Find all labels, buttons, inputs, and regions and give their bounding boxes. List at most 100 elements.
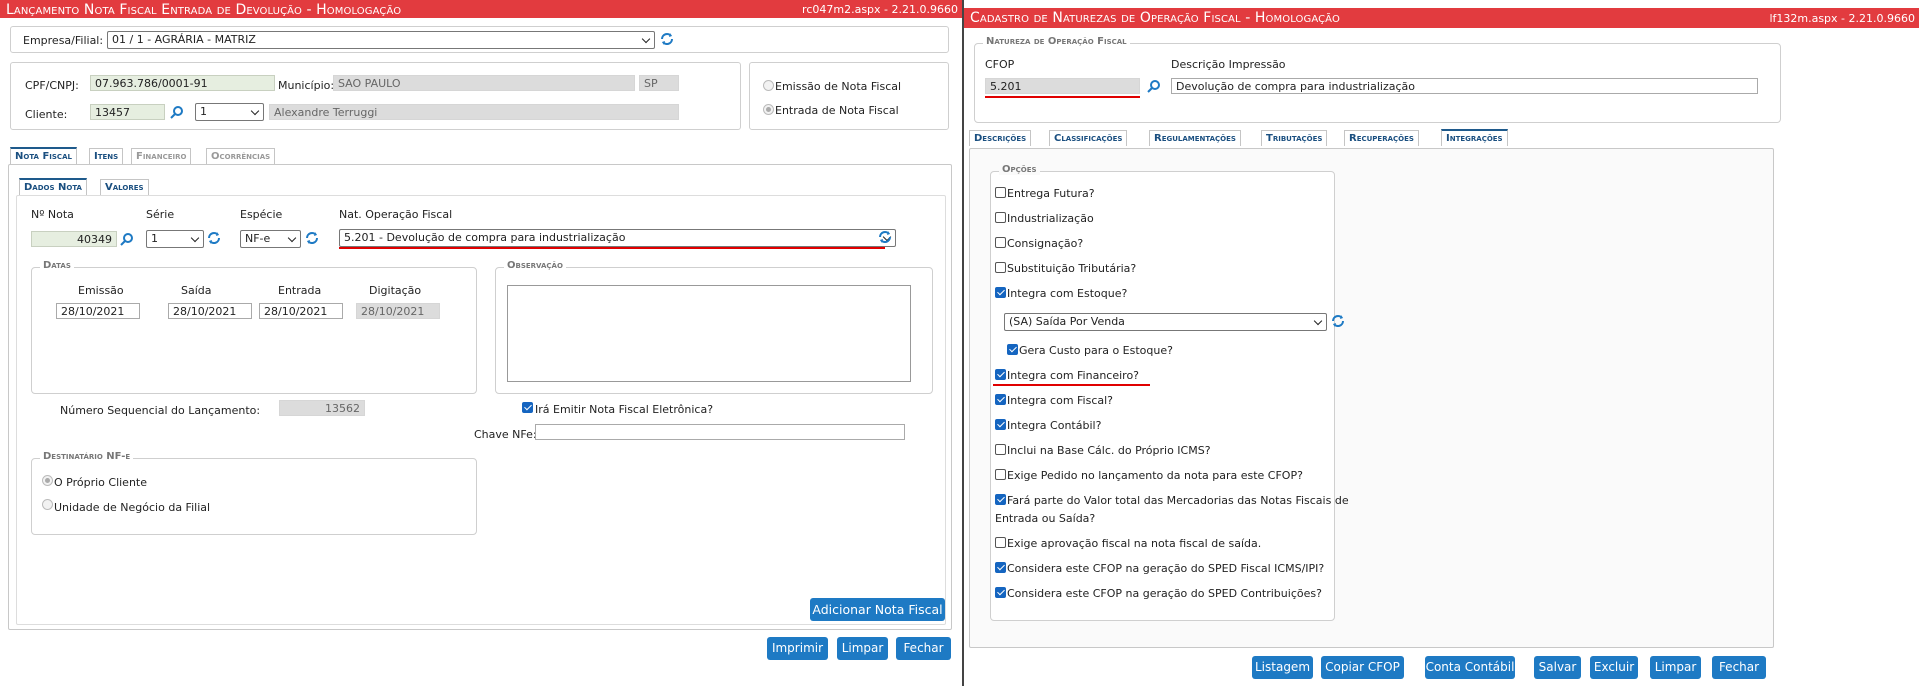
subtab-dados-nota[interactable]: Dados Nota — [19, 178, 87, 195]
search-icon[interactable] — [170, 105, 184, 119]
search-icon[interactable] — [1147, 79, 1161, 93]
option-checkbox[interactable] — [995, 187, 1006, 198]
cliente-code-field[interactable]: 13457 — [90, 104, 165, 120]
tipo-box: Emissão de Nota Fiscal Entrada de Nota F… — [749, 62, 949, 130]
tab-nota-fiscal[interactable]: Nota Fiscal — [10, 147, 77, 164]
cpf-field[interactable]: 07.963.786/0001-91 — [90, 75, 275, 91]
dados-nota-panel: Nº Nota 40349 Série 1 Espécie NF-e Nat. … — [16, 195, 946, 625]
option-checkbox[interactable] — [995, 537, 1006, 548]
option-checkbox[interactable] — [995, 469, 1006, 480]
destinatario-legend: Destinatário NF-e — [40, 451, 134, 462]
option-checkbox[interactable] — [995, 394, 1006, 405]
left-title-bar: Lançamento Nota Fiscal Entrada de Devolu… — [0, 0, 962, 18]
adicionar-nota-button[interactable]: Adicionar Nota Fiscal — [810, 598, 945, 621]
option-checkbox[interactable] — [1007, 344, 1018, 355]
copiar-cfop-button[interactable]: Copiar CFOP — [1321, 656, 1404, 679]
nota-label: Nº Nota — [31, 208, 74, 221]
serie-select[interactable]: 1 — [146, 230, 204, 248]
datas-legend: Datas — [40, 260, 74, 271]
option-label: Substituição Tributária? — [1007, 262, 1137, 275]
observacao-legend: Observação — [504, 260, 566, 271]
salvar-button[interactable]: Salvar — [1534, 656, 1581, 679]
option-checkbox[interactable] — [995, 287, 1006, 298]
empresa-label: Empresa/Filial: — [23, 34, 104, 47]
refresh-icon[interactable] — [878, 230, 892, 244]
cfop-field[interactable]: 5.201 — [985, 78, 1140, 94]
excluir-button[interactable]: Excluir — [1590, 656, 1638, 679]
uf-field: SP — [639, 75, 679, 91]
option-checkbox[interactable] — [995, 237, 1006, 248]
imprimir-button[interactable]: Imprimir — [767, 637, 828, 660]
left-window-title: Lançamento Nota Fiscal Entrada de Devolu… — [6, 2, 402, 18]
option-checkbox[interactable] — [995, 419, 1006, 430]
emissao-radio[interactable] — [763, 80, 774, 91]
limpar-button[interactable]: Limpar — [1650, 656, 1701, 679]
refresh-icon[interactable] — [1331, 314, 1345, 328]
tab-itens[interactable]: Itens — [89, 148, 124, 164]
tab-tributacoes[interactable]: Tributações — [1261, 130, 1328, 146]
option-label: Entrada ou Saída? — [995, 512, 1096, 525]
tab-integracoes[interactable]: Integrações — [1441, 129, 1508, 146]
emitir-nfe-label: Irá Emitir Nota Fiscal Eletrônica? — [535, 403, 714, 416]
refresh-icon[interactable] — [660, 32, 674, 46]
chave-nfe-field[interactable] — [535, 424, 905, 440]
estoque-operacao-select[interactable]: (SA) Saída Por Venda — [1004, 313, 1327, 331]
serie-label: Série — [146, 208, 175, 221]
natop-select[interactable]: 5.201 - Devolução de compra para industr… — [339, 229, 896, 247]
empresa-box: Empresa/Filial: 01 / 1 - AGRÁRIA - MATRI… — [10, 26, 949, 53]
search-icon[interactable] — [120, 232, 134, 246]
option-label: Consignação? — [1007, 237, 1084, 250]
fechar-button[interactable]: Fechar — [896, 637, 951, 660]
emissao-date-field[interactable]: 28/10/2021 — [56, 303, 140, 319]
left-version: rc047m2.aspx - 2.21.0.9660 — [802, 3, 958, 16]
option-label: Considera este CFOP na geração do SPED F… — [1007, 562, 1325, 575]
refresh-icon[interactable] — [305, 231, 319, 245]
natop-highlight — [339, 247, 885, 249]
especie-select[interactable]: NF-e — [240, 230, 301, 248]
cliente-seq-select[interactable]: 1 — [195, 103, 264, 121]
option-checkbox[interactable] — [995, 369, 1006, 380]
option-label: Exige Pedido no lançamento da nota para … — [1007, 469, 1303, 482]
saida-date-field[interactable]: 28/10/2021 — [168, 303, 252, 319]
tab-financeiro[interactable]: Financeiro — [131, 148, 192, 164]
option-checkbox[interactable] — [995, 444, 1006, 455]
option-label: Considera este CFOP na geração do SPED C… — [1007, 587, 1322, 600]
subtab-valores[interactable]: Valores — [100, 179, 149, 195]
proprio-cliente-radio[interactable] — [42, 475, 53, 486]
digitacao-date-field: 28/10/2021 — [356, 303, 440, 319]
tab-recuperacoes[interactable]: Recuperações — [1344, 130, 1419, 146]
limpar-button[interactable]: Limpar — [837, 637, 888, 660]
right-window-title: Cadastro de Naturezas de Operação Fiscal… — [970, 10, 1340, 26]
descricao-field[interactable]: Devolução de compra para industrializaçã… — [1171, 78, 1758, 94]
left-window: Lançamento Nota Fiscal Entrada de Devolu… — [0, 0, 962, 686]
saida-date-label: Saída — [181, 284, 212, 297]
option-checkbox[interactable] — [995, 262, 1006, 273]
destinatario-fieldset: Destinatário NF-e O Próprio Cliente Unid… — [31, 451, 477, 535]
municipio-field: SAO PAULO — [333, 75, 635, 91]
entrada-date-field[interactable]: 28/10/2021 — [259, 303, 343, 319]
tab-classificacoes[interactable]: Classificações — [1049, 130, 1128, 146]
nota-fiscal-panel: Dados Nota Valores Nº Nota 40349 Série 1… — [8, 164, 952, 630]
especie-label: Espécie — [240, 208, 283, 221]
emitir-nfe-checkbox[interactable] — [522, 402, 533, 413]
tab-ocorrencias[interactable]: Ocorrências — [206, 148, 276, 164]
natureza-legend: Natureza de Operação Fiscal — [983, 36, 1130, 47]
unidade-negocio-radio[interactable] — [42, 499, 53, 510]
refresh-icon[interactable] — [207, 231, 221, 245]
fechar-button[interactable]: Fechar — [1712, 656, 1766, 679]
tab-regulamentacoes[interactable]: Regulamentações — [1149, 130, 1241, 146]
entrada-label: Entrada de Nota Fiscal — [775, 104, 899, 117]
option-checkbox[interactable] — [995, 212, 1006, 223]
option-checkbox[interactable] — [995, 587, 1006, 598]
tab-descricoes[interactable]: Descrições — [969, 130, 1032, 146]
option-label: Integra com Fiscal? — [1007, 394, 1114, 407]
nota-field[interactable]: 40349 — [31, 231, 117, 247]
chave-nfe-label: Chave NFe: — [474, 428, 537, 441]
option-checkbox[interactable] — [995, 562, 1006, 573]
option-checkbox[interactable] — [995, 494, 1006, 505]
observacao-textarea[interactable] — [507, 285, 911, 382]
empresa-select[interactable]: 01 / 1 - AGRÁRIA - MATRIZ — [107, 31, 655, 49]
listagem-button[interactable]: Listagem — [1252, 656, 1313, 679]
conta-contabil-button[interactable]: Conta Contábil — [1425, 656, 1515, 679]
entrada-radio[interactable] — [763, 104, 774, 115]
